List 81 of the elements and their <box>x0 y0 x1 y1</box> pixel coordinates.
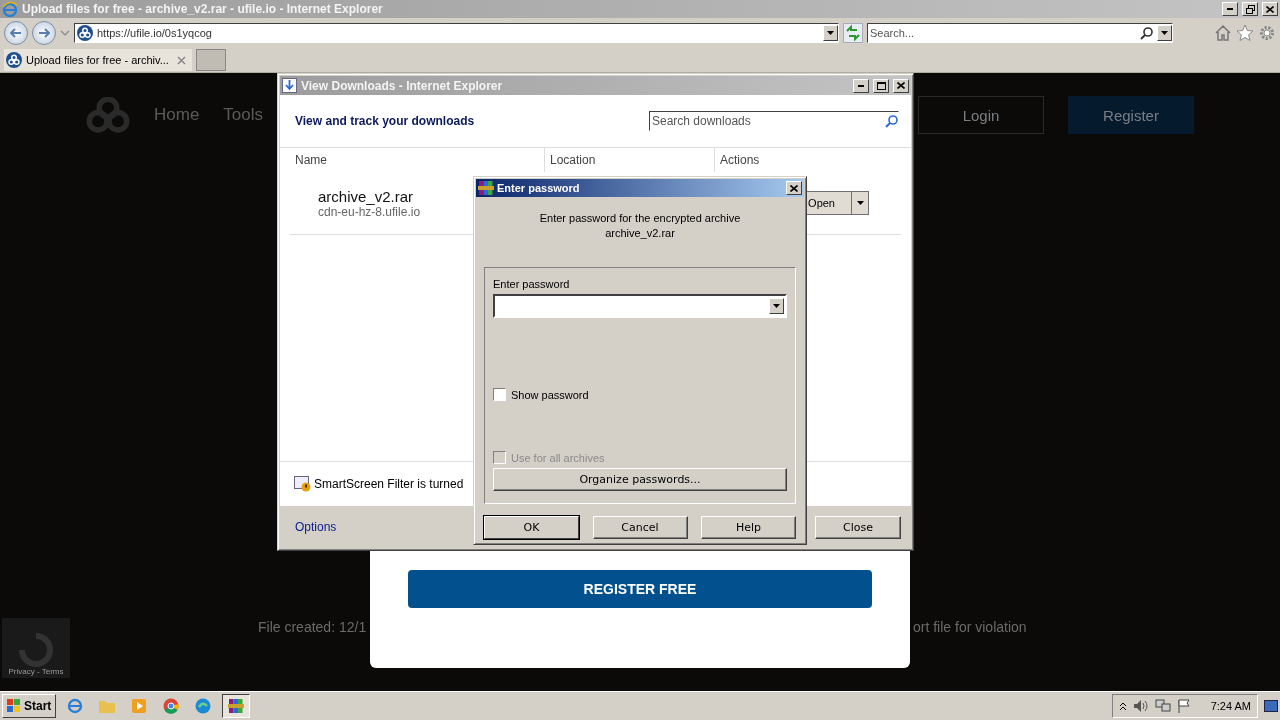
file-name: archive_v2.rar <box>318 187 415 205</box>
refresh-icon[interactable] <box>843 23 863 43</box>
recaptcha-icon <box>19 633 53 667</box>
close-icon <box>790 184 798 192</box>
search-icon[interactable] <box>1140 26 1153 40</box>
clock[interactable]: 7:24 AM <box>1210 700 1251 712</box>
smartscreen-text: SmartScreen Filter is turned <box>314 477 464 491</box>
register-button[interactable]: Register <box>1068 96 1194 134</box>
restore-button[interactable] <box>1242 2 1258 16</box>
dropdown-button[interactable] <box>1157 25 1172 41</box>
network-icon[interactable] <box>1154 699 1171 713</box>
flag-icon[interactable] <box>1176 699 1191 713</box>
dropdown-arrow-icon <box>773 304 780 308</box>
maximize-button[interactable] <box>873 78 889 93</box>
caret-icon <box>856 201 864 205</box>
dialog-button[interactable]: Cancel <box>592 516 688 539</box>
organize-passwords-button[interactable]: Organize passwords... <box>493 468 787 491</box>
close-icon <box>897 82 905 89</box>
browser-tab[interactable]: Upload files for free - archiv... <box>4 49 192 71</box>
shield-warning-icon <box>294 476 312 492</box>
close-button[interactable] <box>786 181 802 195</box>
start-button[interactable]: Start <box>2 694 57 718</box>
close-window-button[interactable]: Close <box>815 515 901 539</box>
maximize-icon <box>876 81 886 90</box>
close-button[interactable] <box>893 78 909 93</box>
window-title: Upload files for free - archive_v2.rar - ufile.io - Internet Explorer <box>22 2 384 16</box>
dialog-button[interactable]: OK <box>484 516 579 539</box>
cloud-logo-icon <box>86 97 130 133</box>
field-label: Enter password <box>493 278 571 290</box>
settings-icon[interactable] <box>1258 24 1276 42</box>
restore-icon <box>1245 4 1255 14</box>
home-icon[interactable] <box>1214 24 1232 42</box>
file-source: cdn-eu-hz-8.ufile.io <box>318 204 421 219</box>
dialog-message: Enter password for the encrypted archive archive_v2.rar <box>538 211 742 241</box>
download-icon <box>282 78 297 93</box>
windows-logo-icon <box>7 699 21 713</box>
minimize-icon <box>858 84 864 87</box>
file-info-text: File created: 12/1 <box>258 619 367 635</box>
close-icon[interactable] <box>177 55 186 65</box>
archiver-taskbar-icon[interactable] <box>222 694 251 718</box>
speaker-icon[interactable] <box>1132 699 1149 713</box>
browser-logo-icon <box>2 1 18 17</box>
chevron-up-icon[interactable] <box>1118 701 1127 711</box>
site-icon <box>6 52 22 68</box>
star-icon[interactable] <box>1236 24 1254 42</box>
checkbox-label: Show password <box>511 388 589 401</box>
downloads-heading: View and track your downloads <box>295 114 475 128</box>
search-field[interactable]: Search downloads <box>649 111 899 131</box>
report-link[interactable]: ort file for violation <box>913 619 1027 635</box>
minimize-button[interactable] <box>853 78 869 93</box>
site-icon <box>77 25 93 41</box>
archive-icon <box>478 181 494 195</box>
column-header[interactable]: Actions <box>714 148 901 172</box>
minimize-button[interactable] <box>1222 2 1238 16</box>
caret-icon[interactable] <box>60 29 70 37</box>
forward-button[interactable] <box>32 21 56 45</box>
dropdown-button[interactable] <box>769 298 784 314</box>
dialog-button[interactable]: Help <box>701 516 796 539</box>
back-button[interactable] <box>4 21 28 45</box>
checkbox-label: Use for all archives <box>511 451 605 464</box>
back-arrow-icon <box>10 28 22 38</box>
register-free-button[interactable]: REGISTER FREE <box>408 570 872 608</box>
window-title: View Downloads - Internet Explorer <box>301 78 504 93</box>
show-desktop-icon[interactable] <box>1264 700 1278 712</box>
minimize-icon <box>1227 8 1233 10</box>
dropdown-arrow-icon <box>827 31 834 35</box>
password-field[interactable] <box>493 294 787 318</box>
close-icon <box>1266 5 1274 13</box>
checkbox[interactable] <box>493 388 506 401</box>
column-header[interactable]: Name <box>290 148 544 172</box>
dropdown-arrow-icon <box>1161 31 1168 35</box>
column-header[interactable]: Location <box>544 148 714 172</box>
dropdown-button[interactable] <box>823 25 838 41</box>
dialog-title: Enter password <box>497 182 581 194</box>
address-field[interactable]: https://ufile.io/0s1yqcog <box>74 23 839 43</box>
search-field[interactable]: Search... <box>867 23 1173 43</box>
privacy-terms-text[interactable]: Privacy - Terms <box>8 667 64 676</box>
forward-arrow-icon <box>38 28 50 38</box>
options-link[interactable]: Options <box>295 520 337 534</box>
login-button[interactable]: Login <box>918 96 1044 134</box>
close-button[interactable] <box>1262 2 1278 16</box>
